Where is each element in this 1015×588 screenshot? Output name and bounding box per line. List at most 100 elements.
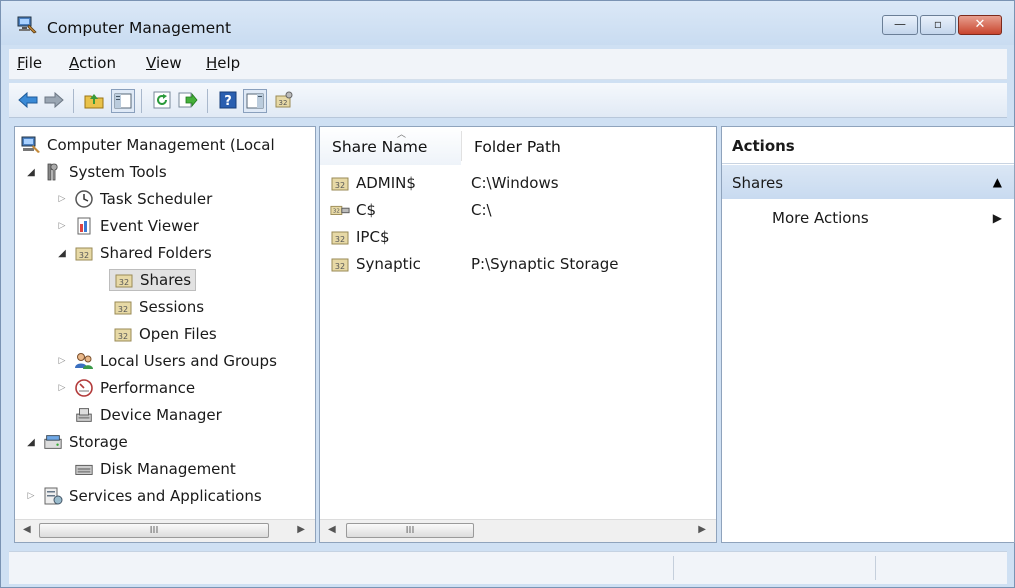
- toolbar: ? 32: [9, 83, 1007, 118]
- share-name: C$: [356, 201, 377, 219]
- sessions-icon: 32: [113, 297, 133, 317]
- clock-icon: [74, 189, 94, 209]
- results-list-pane[interactable]: ︿ Share Name Folder Path 32 ADMIN$ C:\Win…: [319, 126, 717, 543]
- minimize-icon: —: [894, 17, 906, 31]
- menu-view[interactable]: View: [146, 54, 182, 72]
- column-header-folder-path[interactable]: Folder Path: [462, 127, 716, 165]
- toolbar-separator: [207, 89, 208, 113]
- tree-item-shared-folders[interactable]: ◢ 32 Shared Folders: [56, 241, 212, 265]
- tree-item-open-files[interactable]: 32 Open Files: [113, 322, 217, 346]
- show-hide-action-pane-button[interactable]: [243, 89, 267, 113]
- table-row[interactable]: 32 Synaptic P:\Synaptic Storage: [320, 252, 716, 276]
- scroll-right-arrow-icon[interactable]: ▶: [698, 524, 706, 535]
- computer-management-app-icon[interactable]: [17, 16, 37, 34]
- back-arrow-icon: [18, 91, 38, 109]
- back-button[interactable]: [17, 89, 39, 111]
- menu-action-accel: A: [69, 54, 79, 72]
- actions-title: Actions: [732, 137, 795, 155]
- forward-arrow-icon: [44, 91, 64, 109]
- tree-item-device-manager[interactable]: Device Manager: [74, 403, 222, 427]
- expand-arrow-icon[interactable]: ▷: [56, 355, 68, 367]
- menu-file[interactable]: File: [17, 54, 42, 72]
- tree-label: Device Manager: [100, 406, 222, 424]
- share-name-cell: 32 ADMIN$: [330, 173, 416, 193]
- more-actions-item[interactable]: More Actions: [772, 209, 869, 227]
- share-name: Synaptic: [356, 255, 421, 273]
- column-header-share-name[interactable]: ︿ Share Name: [320, 127, 461, 165]
- tree-selection[interactable]: 32 Shares: [109, 269, 197, 291]
- tree-label: Sessions: [139, 298, 205, 316]
- up-one-level-button[interactable]: [83, 89, 105, 111]
- console-tree-pane[interactable]: Computer Management (Local ◢ System Tool…: [14, 126, 316, 543]
- svg-text:32: 32: [79, 251, 89, 260]
- tree-item-system-tools[interactable]: ◢ System Tools: [25, 160, 167, 184]
- export-list-button[interactable]: [177, 89, 199, 111]
- list-horizontal-scrollbar[interactable]: ◀ III ▶: [320, 519, 716, 542]
- svg-text:32: 32: [279, 99, 288, 107]
- tree-label: Services and Applications: [69, 487, 262, 505]
- table-row[interactable]: 32 ADMIN$ C:\Windows: [320, 171, 716, 195]
- show-hide-console-tree-button[interactable]: [111, 89, 135, 113]
- expand-arrow-icon[interactable]: ▷: [25, 490, 37, 502]
- forward-button[interactable]: [43, 89, 65, 111]
- shared-folder-icon: 32: [330, 227, 350, 247]
- up-folder-icon: [84, 94, 104, 109]
- maximize-button[interactable]: ▫: [920, 15, 956, 35]
- expand-arrow-icon[interactable]: ▷: [56, 220, 68, 232]
- shared-folder-icon: 32: [74, 243, 94, 263]
- scroll-thumb[interactable]: III: [346, 523, 474, 538]
- tree-item-services-applications[interactable]: ▷ Services and Applications: [25, 484, 262, 508]
- minimize-button[interactable]: —: [882, 15, 918, 35]
- table-row[interactable]: 32 IPC$: [320, 225, 716, 249]
- scroll-left-arrow-icon[interactable]: ◀: [23, 524, 31, 535]
- tree-horizontal-scrollbar[interactable]: ◀ III ▶: [15, 519, 315, 542]
- scroll-thumb[interactable]: III: [39, 523, 269, 538]
- folder-path-cell: C:\: [471, 201, 492, 219]
- tree-item-computer-management[interactable]: Computer Management (Local: [21, 133, 275, 157]
- status-divider: [673, 556, 674, 580]
- tree-item-task-scheduler[interactable]: ▷ Task Scheduler: [56, 187, 213, 211]
- table-row[interactable]: 32 C$ C:\: [320, 198, 716, 222]
- shared-folder-icon: 32: [330, 254, 350, 274]
- tree-item-local-users-groups[interactable]: ▷ Local Users and Groups: [56, 349, 277, 373]
- collapse-arrow-icon[interactable]: ◢: [56, 247, 68, 259]
- share-name-cell: 32 IPC$: [330, 227, 390, 247]
- tree-item-shares[interactable]: 32 Shares: [109, 268, 197, 292]
- scroll-right-arrow-icon[interactable]: ▶: [297, 524, 305, 535]
- expand-arrow-icon[interactable]: ▷: [56, 193, 68, 205]
- scroll-left-arrow-icon[interactable]: ◀: [328, 524, 336, 535]
- actions-section-label: Shares: [732, 174, 784, 192]
- export-list-icon: [178, 92, 198, 108]
- menu-view-label: iew: [155, 54, 182, 72]
- close-button[interactable]: ✕: [958, 15, 1002, 35]
- tree-item-event-viewer[interactable]: ▷ Event Viewer: [56, 214, 199, 238]
- menu-bar: File Action View Help: [9, 49, 1007, 80]
- refresh-button[interactable]: [151, 89, 173, 111]
- collapse-arrow-icon[interactable]: ◢: [25, 436, 37, 448]
- actions-section-shares[interactable]: Shares ▲: [722, 165, 1014, 199]
- expand-arrow-icon[interactable]: ▷: [56, 382, 68, 394]
- storage-icon: [43, 432, 63, 452]
- menu-action[interactable]: Action: [69, 54, 116, 72]
- submenu-arrow-icon[interactable]: ▶: [993, 211, 1002, 225]
- open-files-icon: 32: [113, 324, 133, 344]
- share-name: ADMIN$: [356, 174, 416, 192]
- help-button[interactable]: ?: [217, 89, 239, 111]
- properties-button[interactable]: 32: [273, 89, 295, 111]
- tree-label: Local Users and Groups: [100, 352, 277, 370]
- tree-item-disk-management[interactable]: Disk Management: [74, 457, 236, 481]
- tree-item-sessions[interactable]: 32 Sessions: [113, 295, 204, 319]
- title-bar[interactable]: Computer Management — ▫ ✕: [1, 1, 1014, 45]
- collapse-caret-icon[interactable]: ▲: [993, 175, 1002, 189]
- tree-label: System Tools: [69, 163, 167, 181]
- tree-item-performance[interactable]: ▷ Performance: [56, 376, 196, 400]
- show-hide-tree-icon: [114, 93, 132, 109]
- tree-label: Performance: [100, 379, 196, 397]
- svg-text:32: 32: [335, 235, 345, 244]
- tree-label: Open Files: [139, 325, 217, 343]
- menu-help[interactable]: Help: [206, 54, 240, 72]
- collapse-arrow-icon[interactable]: ◢: [25, 166, 37, 178]
- status-bar: [9, 551, 1007, 584]
- tree-item-storage[interactable]: ◢ Storage: [25, 430, 128, 454]
- refresh-icon: [153, 91, 171, 109]
